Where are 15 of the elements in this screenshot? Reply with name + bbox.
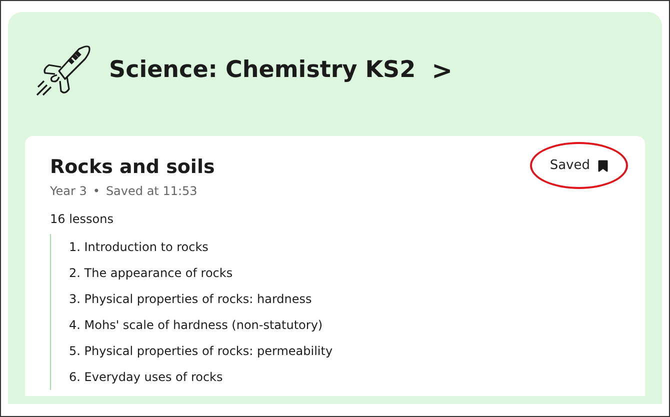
lesson-item[interactable]: 2. The appearance of rocks (69, 260, 620, 286)
year-label: Year 3 (50, 184, 87, 198)
separator-dot: • (92, 184, 100, 198)
saved-button[interactable]: Saved (542, 156, 616, 175)
lesson-count: 16 lessons (50, 212, 115, 226)
lesson-item[interactable]: 1. Introduction to rocks (69, 234, 620, 260)
lesson-item[interactable]: 4. Mohs' scale of hardness (non-statutory) (69, 312, 620, 338)
subject-title[interactable]: Science: Chemistry KS2 (109, 57, 416, 83)
bookmark-icon (598, 160, 608, 172)
chevron-icon[interactable]: > (432, 56, 453, 84)
lesson-item[interactable]: 3. Physical properties of rocks: hardness (69, 286, 620, 312)
lesson-item[interactable]: 5. Physical properties of rocks: permeability (69, 338, 620, 364)
unit-title: Rocks and soils (50, 156, 215, 178)
saved-time: Saved at 11:53 (106, 184, 198, 198)
lesson-item[interactable]: 6. Everyday uses of rocks (69, 364, 620, 390)
